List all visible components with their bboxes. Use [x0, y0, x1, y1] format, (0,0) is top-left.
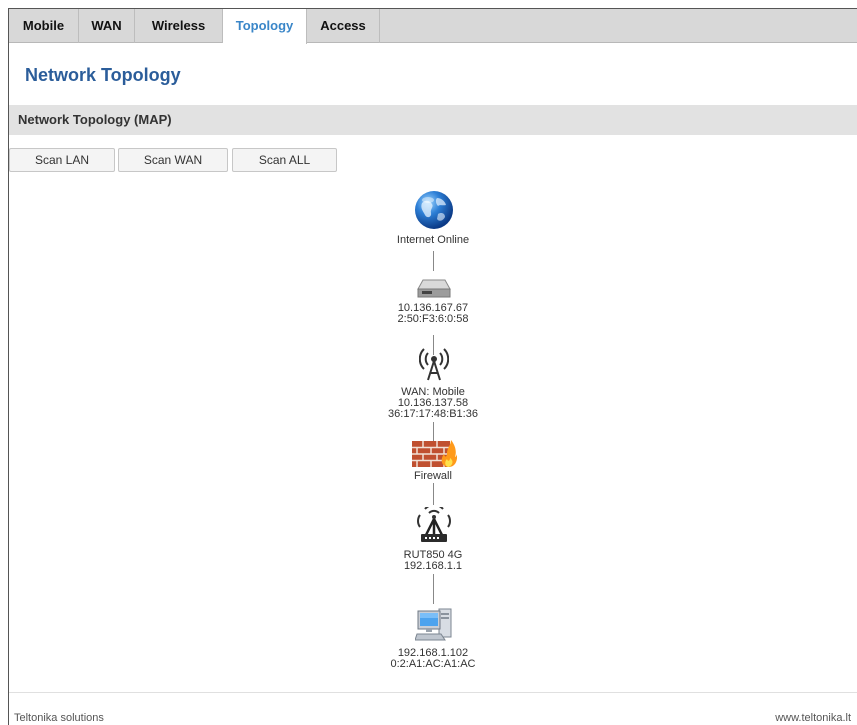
footer-website-link[interactable]: www.teltonika.lt: [775, 712, 851, 724]
scan-all-button[interactable]: Scan ALL: [232, 148, 337, 172]
tab-topology[interactable]: Topology: [223, 9, 307, 44]
wan-mac-label: 36:17:17:48:B1:36: [388, 408, 478, 420]
page-title: Network Topology: [25, 65, 181, 85]
client-mac-label: 0:2:A1:AC:A1:AC: [390, 658, 476, 670]
internet-node: Internet Online: [363, 235, 503, 246]
modem-mac-label: 2:50:F3:6:0:58: [397, 313, 469, 325]
firewall-node: Firewall: [363, 471, 503, 482]
tab-access[interactable]: Access: [307, 9, 380, 43]
section-title: Network Topology (MAP): [18, 112, 172, 127]
section-header: Network Topology (MAP): [9, 105, 857, 135]
globe-icon[interactable]: [413, 189, 455, 236]
router-icon[interactable]: [412, 503, 456, 548]
main-frame: Mobile WAN Wireless Topology Access Netw…: [8, 8, 857, 725]
modem-icon[interactable]: [415, 277, 453, 304]
router-ip-label: 192.168.1.1: [403, 560, 463, 572]
tab-mobile[interactable]: Mobile: [9, 9, 79, 43]
tab-wan[interactable]: WAN: [79, 9, 135, 43]
computer-icon[interactable]: [414, 607, 455, 648]
link-firewall-router: [433, 483, 434, 505]
footer-divider: [9, 692, 857, 693]
router-node: RUT850 4G 192.168.1.1: [363, 550, 503, 572]
firewall-label: Firewall: [414, 470, 452, 482]
internet-status-label: Internet Online: [396, 234, 470, 246]
link-internet-modem: [433, 251, 434, 271]
tab-wireless[interactable]: Wireless: [135, 9, 223, 43]
scan-lan-button[interactable]: Scan LAN: [9, 148, 115, 172]
client-node: 192.168.1.102 0:2:A1:AC:A1:AC: [363, 648, 503, 670]
antenna-icon[interactable]: [418, 347, 450, 386]
firewall-icon[interactable]: [411, 437, 458, 474]
footer-company: Teltonika solutions: [14, 712, 104, 724]
tab-bar: Mobile WAN Wireless Topology Access: [9, 9, 857, 44]
modem-node: 10.136.167.67 2:50:F3:6:0:58: [363, 303, 503, 325]
wan-node: WAN: Mobile 10.136.137.58 36:17:17:48:B1…: [363, 387, 503, 420]
scan-wan-button[interactable]: Scan WAN: [118, 148, 228, 172]
link-router-client: [433, 574, 434, 604]
